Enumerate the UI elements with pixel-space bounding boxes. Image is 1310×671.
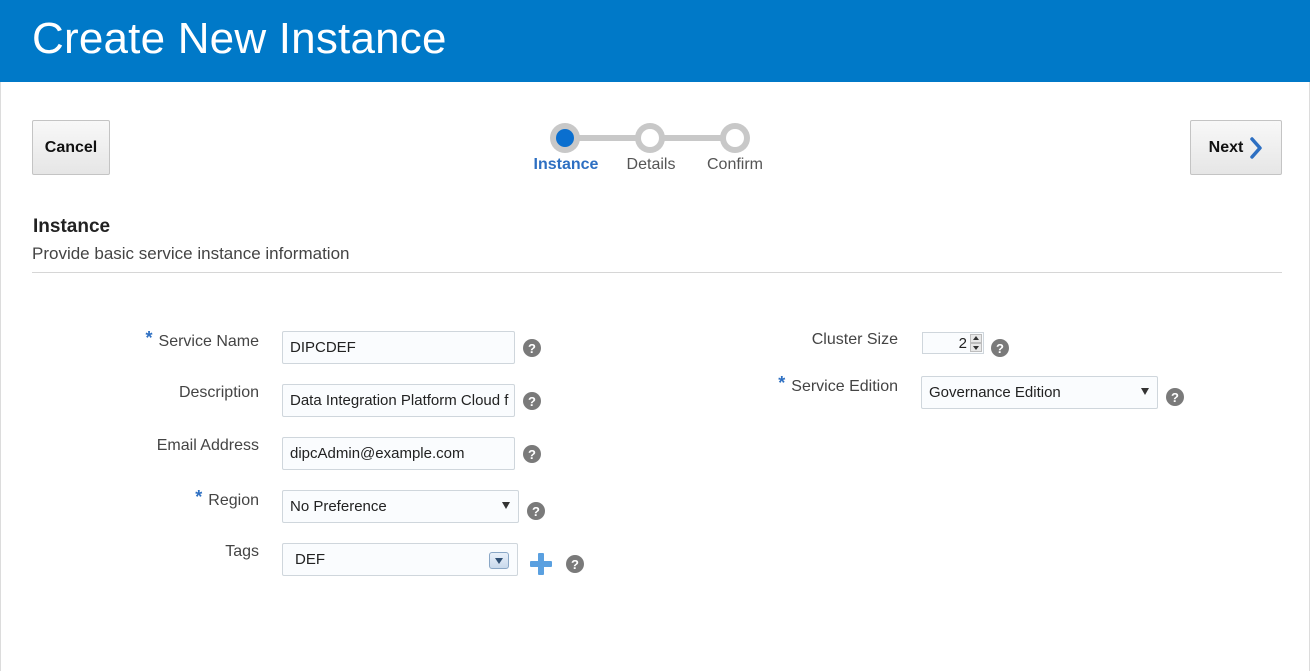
required-indicator: * xyxy=(778,373,786,393)
section-subtitle: Provide basic service instance informati… xyxy=(32,244,350,263)
description-value: Data Integration Platform Cloud f xyxy=(290,392,509,409)
page-header: Create New Instance xyxy=(0,0,1310,82)
service-name-label: * Service Name xyxy=(145,328,260,351)
region-label: * Region xyxy=(195,487,259,510)
help-icon[interactable]: ? xyxy=(523,339,541,357)
email-input[interactable]: dipcAdmin@example.com xyxy=(282,437,515,470)
train-label-instance[interactable]: Instance xyxy=(534,156,599,174)
train-stop-instance[interactable] xyxy=(550,123,580,153)
train-label-confirm[interactable]: Confirm xyxy=(707,156,763,174)
stepper-buttons xyxy=(970,334,982,352)
section-title: Instance xyxy=(33,216,111,237)
dropdown-arrow-icon xyxy=(1141,388,1149,395)
cluster-size-label: Cluster Size xyxy=(811,331,898,348)
help-icon[interactable]: ? xyxy=(566,555,584,573)
service-name-value: DIPCDEF xyxy=(290,339,356,356)
region-label-text: Region xyxy=(208,492,259,509)
service-name-label-text: Service Name xyxy=(158,333,259,350)
region-value: No Preference xyxy=(290,498,387,515)
dropdown-arrow-icon[interactable] xyxy=(489,552,509,569)
train-stop-confirm[interactable] xyxy=(720,123,750,153)
chevron-right-icon xyxy=(1250,136,1263,159)
service-edition-label-text: Service Edition xyxy=(791,378,898,395)
help-icon[interactable]: ? xyxy=(523,392,541,410)
service-edition-value: Governance Edition xyxy=(929,384,1061,401)
train-stop-details[interactable] xyxy=(635,123,665,153)
help-icon[interactable]: ? xyxy=(1166,388,1184,406)
help-icon[interactable]: ? xyxy=(523,445,541,463)
service-edition-label: * Service Edition xyxy=(778,373,898,396)
next-button[interactable]: Next xyxy=(1190,120,1282,175)
cancel-button[interactable]: Cancel xyxy=(32,120,110,175)
description-label: Description xyxy=(178,384,259,401)
add-tag-icon[interactable] xyxy=(530,553,552,575)
cancel-button-label: Cancel xyxy=(44,138,98,156)
next-button-label: Next xyxy=(1208,138,1244,156)
help-icon[interactable]: ? xyxy=(527,502,545,520)
cluster-size-stepper[interactable]: 2 xyxy=(922,332,984,354)
cluster-size-value: 2 xyxy=(958,335,967,352)
tags-combobox[interactable]: DEF xyxy=(282,543,518,576)
email-label: Email Address xyxy=(156,437,259,454)
section-divider xyxy=(32,272,1282,273)
dropdown-arrow-icon xyxy=(502,502,510,509)
required-indicator: * xyxy=(195,487,203,507)
help-icon[interactable]: ? xyxy=(991,339,1009,357)
step-train: Instance Details Confirm xyxy=(520,120,790,180)
stepper-down-icon[interactable] xyxy=(970,343,982,352)
tags-value: DEF xyxy=(295,551,325,568)
description-input[interactable]: Data Integration Platform Cloud f xyxy=(282,384,515,417)
service-name-input[interactable]: DIPCDEF xyxy=(282,331,515,364)
region-select[interactable]: No Preference xyxy=(282,490,519,523)
email-value: dipcAdmin@example.com xyxy=(290,445,465,462)
stepper-up-icon[interactable] xyxy=(970,334,982,343)
train-label-details[interactable]: Details xyxy=(627,156,676,174)
tags-label: Tags xyxy=(225,543,259,560)
page-title: Create New Instance xyxy=(32,14,447,63)
required-indicator: * xyxy=(145,328,153,348)
service-edition-select[interactable]: Governance Edition xyxy=(921,376,1158,409)
